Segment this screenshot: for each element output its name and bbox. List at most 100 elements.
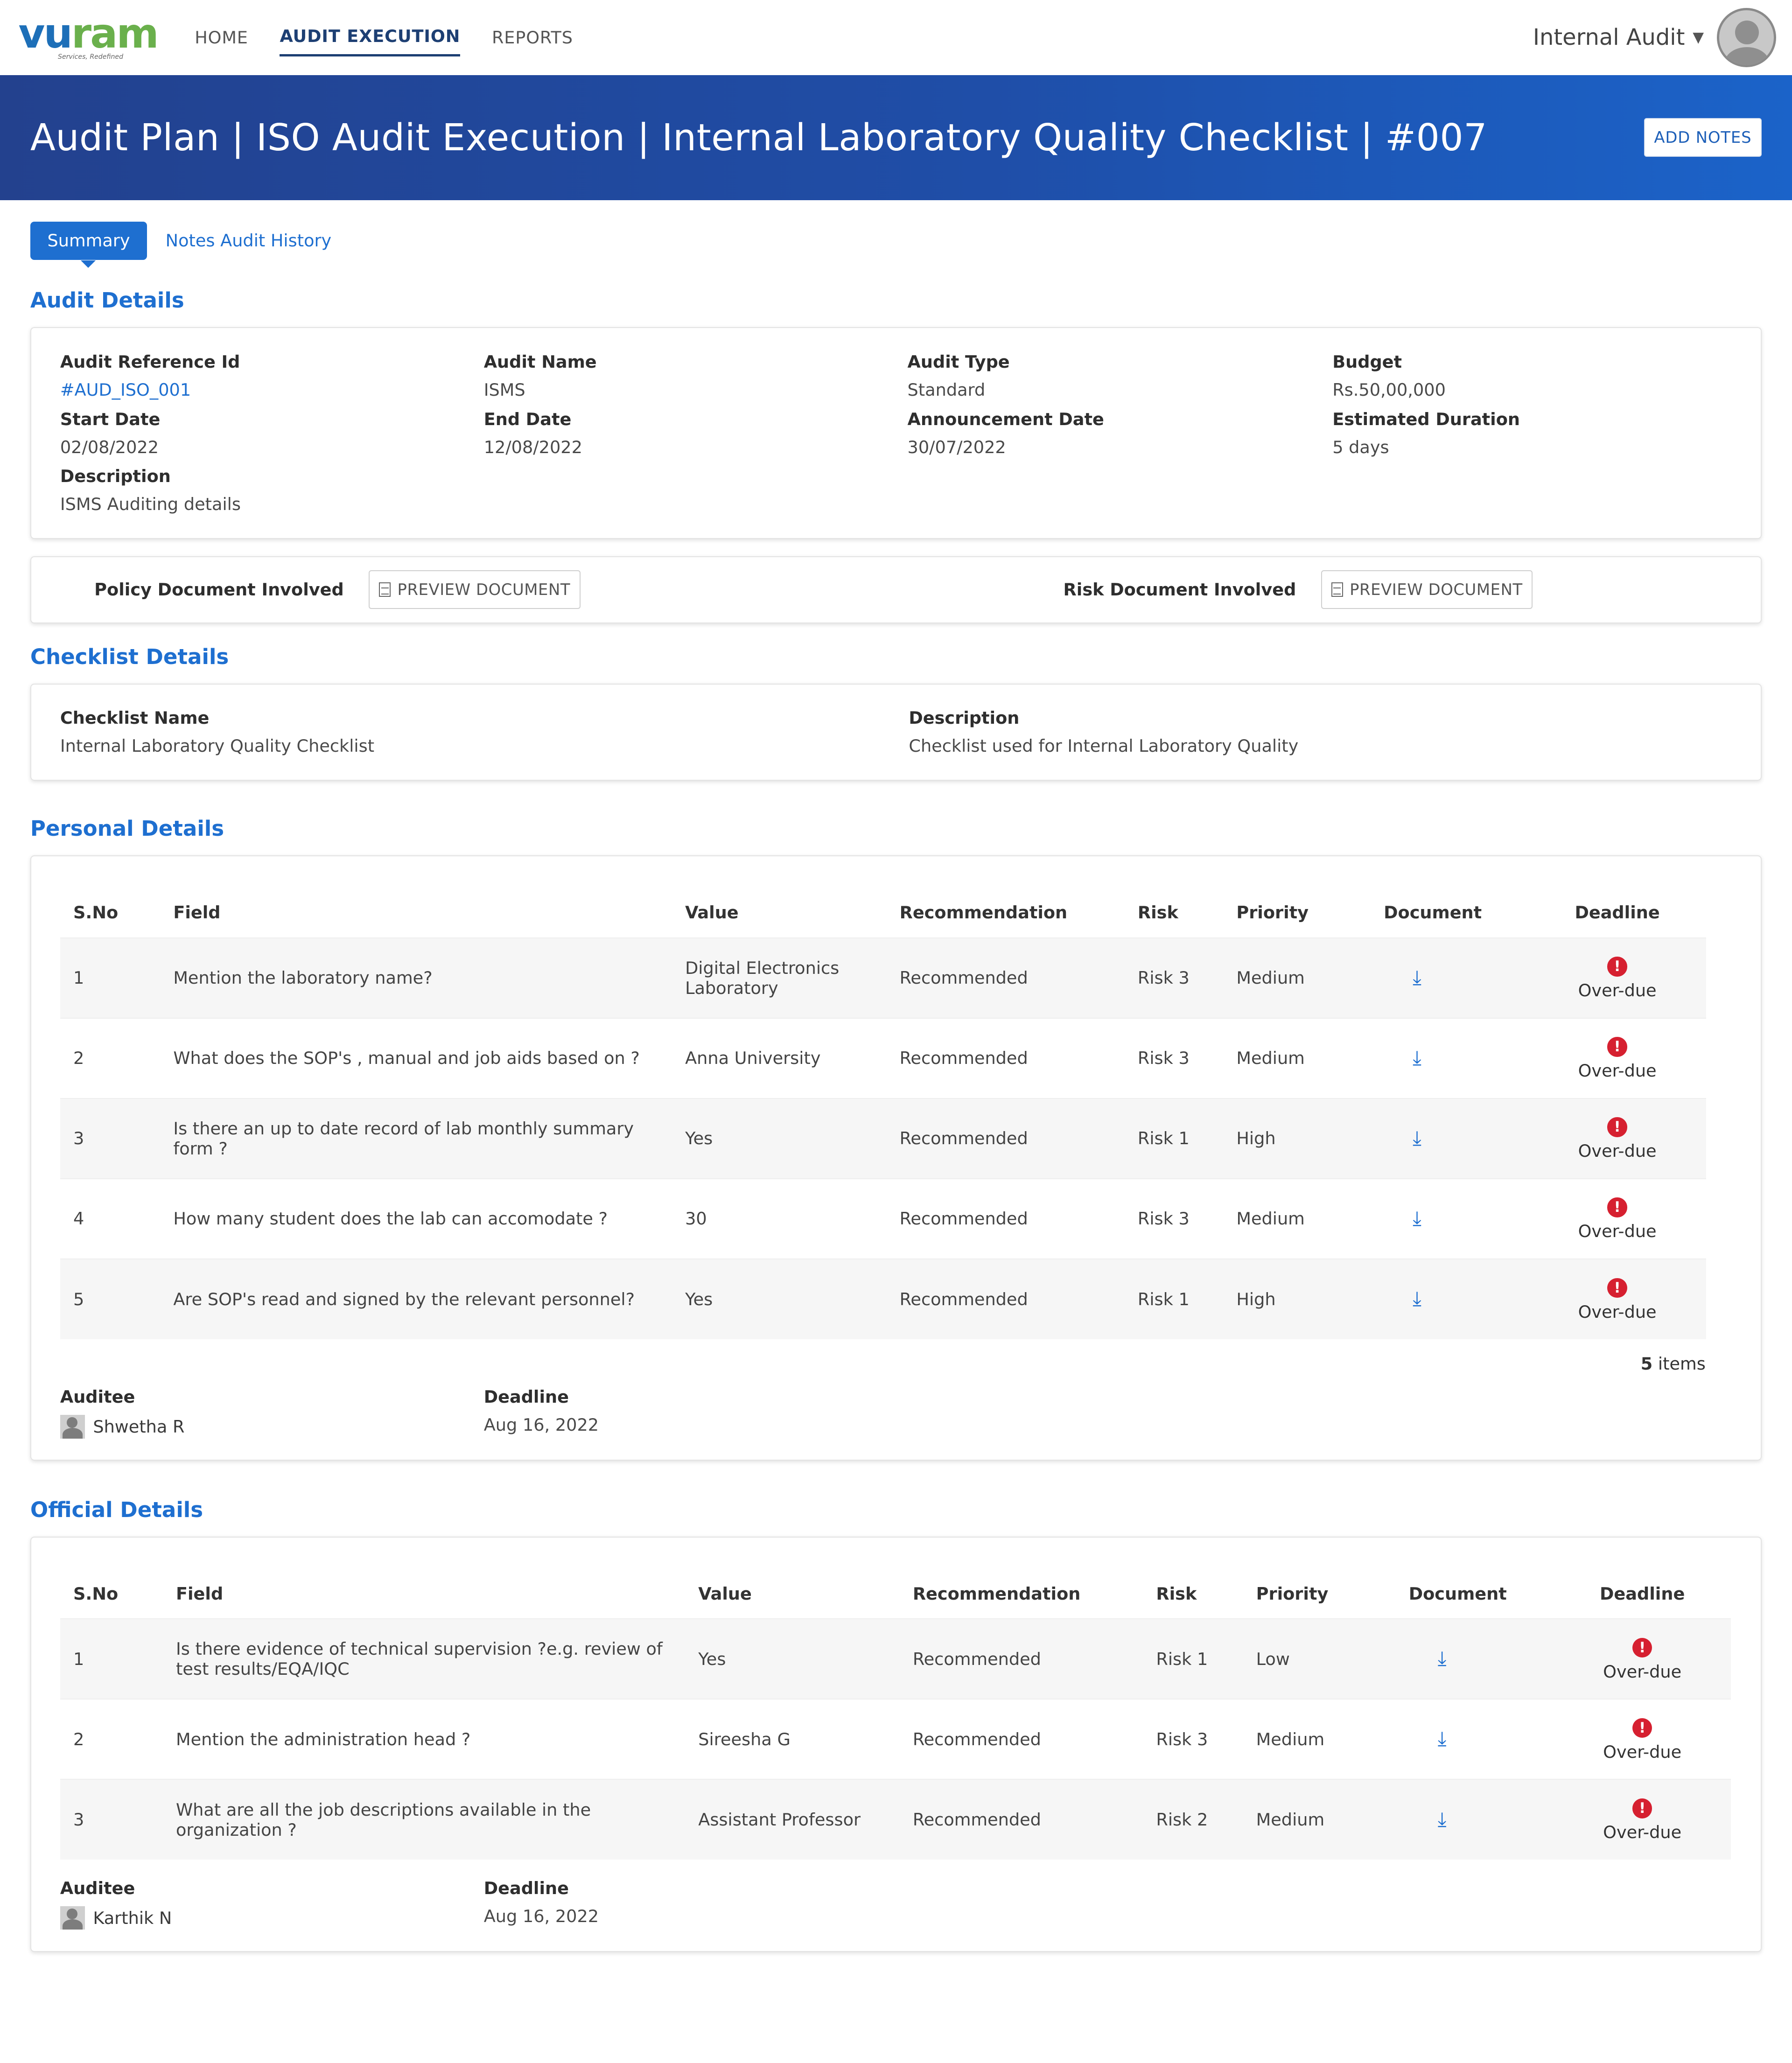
download-icon[interactable]: ⤓ xyxy=(1438,1649,1447,1668)
cell-value: 30 xyxy=(685,1209,707,1229)
user-avatar[interactable] xyxy=(1717,7,1777,67)
personal-details-heading: Personal Details xyxy=(30,816,224,841)
col-document: Document xyxy=(1408,1583,1507,1604)
cell-field: Mention the administration head ? xyxy=(175,1729,471,1749)
cell-rec: Recommended xyxy=(912,1729,1041,1749)
tab-summary[interactable]: Summary xyxy=(30,221,147,268)
company-logo[interactable]: vuram Services, Redefined xyxy=(18,11,159,64)
col-risk: Risk xyxy=(1137,902,1178,923)
risk-doc-label: Risk Document Involved xyxy=(1063,580,1296,600)
alert-icon: ! xyxy=(1607,1117,1627,1137)
risk-preview-button[interactable]: PREVIEW DOCUMENT xyxy=(1321,570,1533,609)
auditee-label: Auditee xyxy=(60,1878,135,1898)
cell-deadline: ! Over-due xyxy=(1554,1619,1731,1699)
alert-icon: ! xyxy=(1632,1718,1652,1738)
cell-risk: Risk 1 xyxy=(1156,1649,1208,1669)
budget-value: Rs.50,00,000 xyxy=(1332,380,1446,400)
role-dropdown[interactable]: Internal Audit ▼ xyxy=(1533,25,1704,50)
download-icon[interactable]: ⤓ xyxy=(1413,1208,1421,1228)
overdue-status: Over-due xyxy=(1578,1301,1657,1322)
cell-risk: Risk 1 xyxy=(1137,1289,1190,1309)
duration-label: Estimated Duration xyxy=(1332,409,1520,429)
items-count: 5 items xyxy=(1640,1353,1706,1374)
auditee-name: Shwetha R xyxy=(93,1416,185,1437)
personal-details-card: S.No Field Value Recommendation Risk Pri… xyxy=(30,855,1762,1461)
cell-deadline: ! Over-due xyxy=(1528,1098,1706,1179)
cell-field: What does the SOP's , manual and job aid… xyxy=(173,1048,640,1069)
overdue-status: Over-due xyxy=(1578,1141,1657,1161)
col-priority: Priority xyxy=(1256,1583,1329,1604)
col-recommendation: Recommendation xyxy=(912,1583,1081,1604)
cell-document: ⤓ xyxy=(1396,1699,1554,1779)
cell-priority: Medium xyxy=(1256,1729,1325,1749)
cell-risk: Risk 1 xyxy=(1137,1128,1190,1149)
cell-risk: Risk 3 xyxy=(1137,1209,1190,1229)
overdue-status: Over-due xyxy=(1578,1221,1657,1242)
budget-label: Budget xyxy=(1332,352,1402,372)
cell-field: Is there evidence of technical supervisi… xyxy=(175,1639,663,1679)
checklist-name-label: Checklist Name xyxy=(60,708,210,728)
cell-risk: Risk 3 xyxy=(1137,1048,1190,1069)
alert-icon: ! xyxy=(1607,1197,1627,1217)
cell-priority: High xyxy=(1236,1128,1276,1149)
cell-risk: Risk 3 xyxy=(1137,968,1190,988)
role-label: Internal Audit xyxy=(1533,24,1685,50)
cell-sno: 1 xyxy=(73,968,84,988)
download-icon[interactable]: ⤓ xyxy=(1438,1809,1447,1829)
col-sno: S.No xyxy=(73,902,119,923)
cell-field: Is there an up to date record of lab mon… xyxy=(173,1118,634,1159)
cell-sno: 5 xyxy=(73,1289,84,1309)
cell-field: Mention the laboratory name? xyxy=(173,968,433,988)
tab-notes-audit-history[interactable]: Notes Audit History xyxy=(166,231,332,251)
tab-bar: Summary Notes Audit History xyxy=(30,221,1762,268)
end-date-value: 12/08/2022 xyxy=(483,437,582,457)
cell-deadline: ! Over-due xyxy=(1554,1779,1731,1860)
document-icon xyxy=(379,582,391,597)
alert-icon: ! xyxy=(1607,957,1627,977)
audit-ref-link[interactable]: #AUD_ISO_001 xyxy=(60,380,484,400)
cell-field: How many student does the lab can accomo… xyxy=(173,1209,608,1229)
download-icon[interactable]: ⤓ xyxy=(1413,1128,1421,1148)
overdue-status: Over-due xyxy=(1578,1061,1657,1081)
caret-down-icon: ▼ xyxy=(1693,29,1704,46)
auditee-avatar xyxy=(60,1414,85,1439)
download-icon[interactable]: ⤓ xyxy=(1413,1048,1421,1068)
audit-name-label: Audit Name xyxy=(483,352,597,372)
nav-home[interactable]: HOME xyxy=(195,20,248,56)
checklist-name-value: Internal Laboratory Quality Checklist xyxy=(60,736,375,756)
table-row: 4 How many student does the lab can accom… xyxy=(60,1178,1706,1259)
policy-doc-label: Policy Document Involved xyxy=(94,580,344,600)
official-details-card: S.No Field Value Recommendation Risk Pri… xyxy=(30,1536,1762,1952)
cell-priority: High xyxy=(1236,1289,1276,1309)
cell-deadline: ! Over-due xyxy=(1554,1699,1731,1779)
add-notes-button[interactable]: ADD NOTES xyxy=(1644,118,1762,157)
nav-reports[interactable]: REPORTS xyxy=(492,20,573,56)
announcement-date-value: 30/07/2022 xyxy=(907,437,1006,457)
download-icon[interactable]: ⤓ xyxy=(1413,967,1421,987)
download-icon[interactable]: ⤓ xyxy=(1413,1289,1421,1308)
audit-type-value: Standard xyxy=(907,380,986,400)
document-icon xyxy=(1331,582,1343,597)
cell-rec: Recommended xyxy=(899,1289,1028,1309)
cell-rec: Recommended xyxy=(899,1048,1028,1069)
auditee-name: Karthik N xyxy=(93,1908,172,1928)
alert-icon: ! xyxy=(1632,1637,1652,1658)
cell-document: ⤓ xyxy=(1371,1179,1528,1259)
nav-audit-execution[interactable]: AUDIT EXECUTION xyxy=(280,18,461,57)
table-row: 3 What are all the job descriptions avail… xyxy=(60,1779,1731,1860)
cell-priority: Medium xyxy=(1236,1209,1305,1229)
description-value: ISMS Auditing details xyxy=(60,494,241,515)
table-row: 3 Is there an up to date record of lab mo… xyxy=(60,1098,1706,1179)
cell-value: Yes xyxy=(698,1649,726,1669)
download-icon[interactable]: ⤓ xyxy=(1438,1729,1447,1748)
cell-document: ⤓ xyxy=(1371,1018,1528,1098)
audit-name-value: ISMS xyxy=(483,380,525,400)
overdue-status: Over-due xyxy=(1603,1741,1682,1762)
audit-type-label: Audit Type xyxy=(907,352,1010,372)
policy-preview-button[interactable]: PREVIEW DOCUMENT xyxy=(369,570,581,609)
cell-priority: Medium xyxy=(1256,1810,1325,1830)
overdue-status: Over-due xyxy=(1603,1822,1682,1843)
start-date-label: Start Date xyxy=(60,409,161,429)
deadline-label: Deadline xyxy=(483,1386,569,1407)
deadline-value: Aug 16, 2022 xyxy=(483,1414,599,1435)
